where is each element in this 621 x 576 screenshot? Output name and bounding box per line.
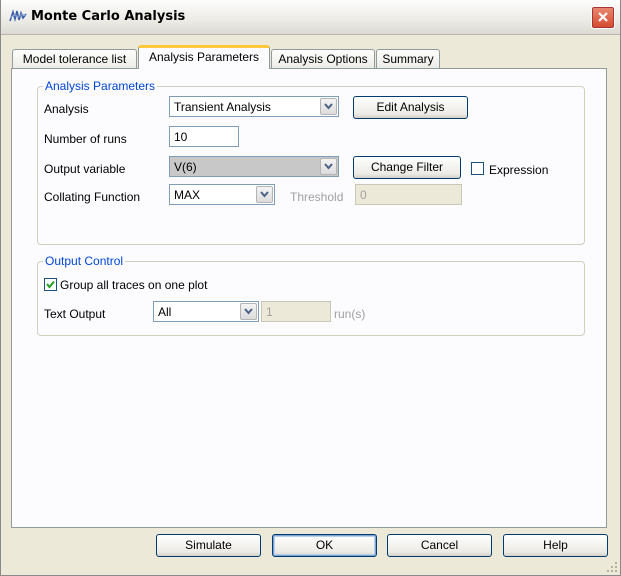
chevron-down-icon [324,163,333,170]
collating-function-value: MAX [174,188,201,202]
checkmark-icon [46,280,55,289]
tab-panel: Analysis Parameters Analysis Transient A… [11,68,607,528]
tab-summary[interactable]: Summary [376,49,440,68]
expression-checkbox[interactable] [471,162,484,175]
title-bar[interactable]: Monte Carlo Analysis [1,0,620,35]
close-button[interactable] [591,6,615,29]
text-output-runs-input[interactable]: 1 [261,301,331,322]
waveform-icon [9,9,27,23]
chevron-down-icon [260,191,269,198]
change-filter-button[interactable]: Change Filter [353,156,461,179]
number-of-runs-input[interactable]: 10 [169,126,239,147]
collating-function-select[interactable]: MAX [169,184,275,205]
output-control-legend: Output Control [45,254,124,268]
runs-unit-label: run(s) [334,307,366,321]
number-of-runs-label: Number of runs [44,132,127,146]
tab-model-tolerance-list[interactable]: Model tolerance list [12,49,137,68]
group-traces-checkbox[interactable] [44,278,57,291]
expression-label: Expression [489,163,549,177]
resize-grip-icon[interactable] [606,561,618,573]
tab-analysis-options[interactable]: Analysis Options [271,49,375,68]
chevron-down-icon [244,308,253,315]
output-variable-label: Output variable [44,162,126,176]
threshold-input[interactable]: 0 [355,184,462,205]
text-output-label: Text Output [44,307,106,321]
output-control-group: Output Control [37,254,585,336]
collating-function-label: Collating Function [44,190,141,204]
text-output-dropdown-button[interactable] [240,303,257,320]
help-button[interactable]: Help [503,534,608,557]
analysis-select-value: Transient Analysis [174,100,271,114]
chevron-down-icon [324,103,333,110]
cancel-button[interactable]: Cancel [387,534,492,557]
group-traces-label: Group all traces on one plot [60,278,208,292]
text-output-value: All [158,305,172,319]
output-variable-value: V(6) [174,160,197,174]
text-output-select[interactable]: All [153,301,259,322]
analysis-parameters-legend: Analysis Parameters [45,79,156,93]
threshold-label: Threshold [290,190,344,204]
ok-button[interactable]: OK [272,534,377,557]
close-icon [598,12,608,22]
analysis-select[interactable]: Transient Analysis [169,96,339,117]
analysis-label: Analysis [44,102,89,116]
dialog-window: Monte Carlo Analysis Model tolerance lis… [0,0,621,576]
simulate-button[interactable]: Simulate [156,534,261,557]
output-variable-select[interactable]: V(6) [169,156,339,177]
collating-function-dropdown-button[interactable] [256,186,273,203]
edit-analysis-button[interactable]: Edit Analysis [353,96,468,119]
output-variable-dropdown-button[interactable] [320,158,337,175]
analysis-dropdown-button[interactable] [320,98,337,115]
window-title: Monte Carlo Analysis [31,9,186,24]
tab-analysis-parameters[interactable]: Analysis Parameters [138,45,270,69]
